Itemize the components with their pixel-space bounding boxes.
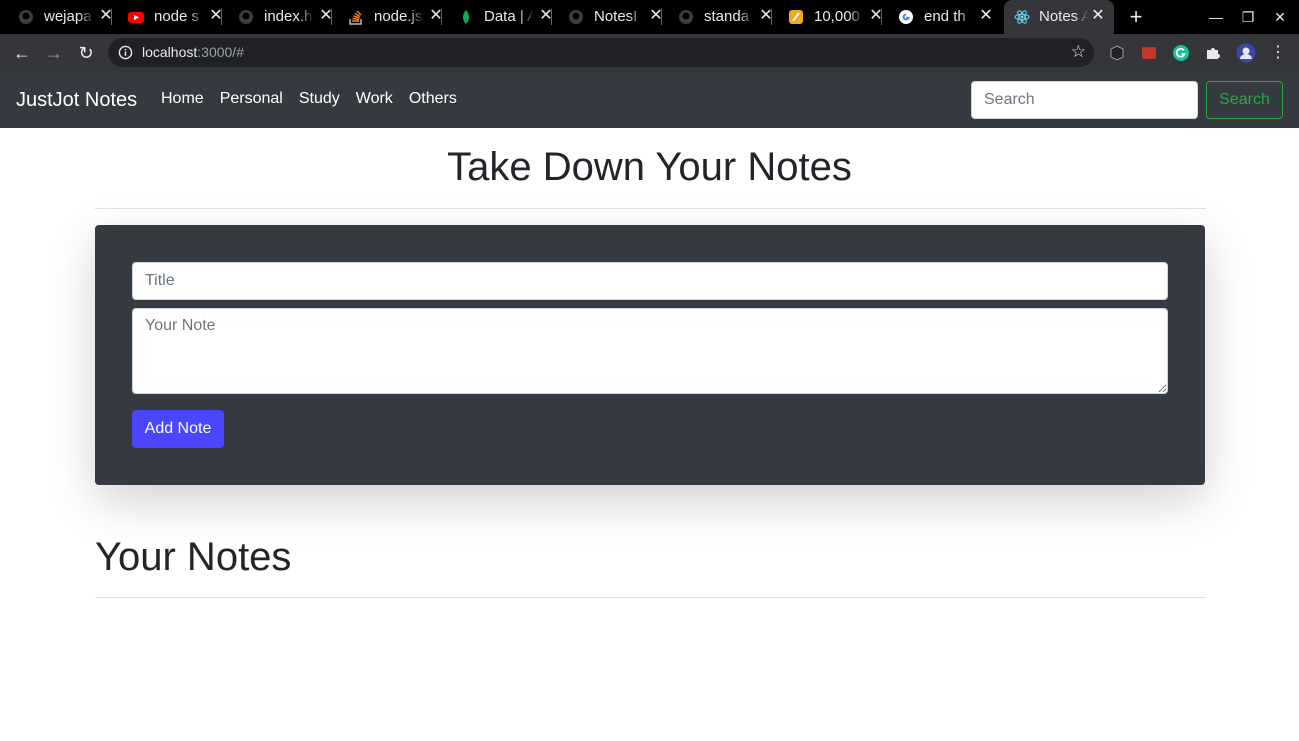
- address-bar[interactable]: localhost:3000/# ☆: [108, 38, 1094, 67]
- github-icon: [679, 10, 693, 24]
- tab-title: NotesI: [594, 8, 638, 25]
- forward-icon[interactable]: →: [43, 42, 65, 64]
- browser-tab[interactable]: Data | A ✕: [442, 0, 553, 34]
- browser-tab[interactable]: node.js ✕: [332, 0, 443, 34]
- tab-title: node s: [154, 8, 200, 25]
- close-icon[interactable]: ✕: [1090, 8, 1106, 24]
- browser-tab[interactable]: NotesI ✕: [552, 0, 663, 34]
- title-input[interactable]: [132, 262, 1168, 300]
- url-text: localhost:3000/#: [142, 44, 244, 60]
- nav-links: Home Personal Study Work Others: [161, 90, 457, 108]
- github-icon: [19, 10, 33, 24]
- browser-toolbar: ← → ↻ localhost:3000/# ☆ ⋮: [0, 34, 1299, 72]
- github-icon: [569, 10, 583, 24]
- tab-title: Data | A: [484, 8, 534, 25]
- notes-heading: Your Notes: [95, 535, 292, 579]
- close-icon[interactable]: ✕: [978, 8, 994, 24]
- search-input[interactable]: [971, 81, 1198, 119]
- nav-others[interactable]: Others: [409, 90, 457, 108]
- browser-tab[interactable]: wejapa ✕: [2, 0, 113, 34]
- reload-icon[interactable]: ↻: [75, 42, 97, 64]
- url-path: :3000/#: [197, 44, 244, 60]
- add-note-button[interactable]: Add Note: [132, 410, 224, 448]
- nav-study[interactable]: Study: [299, 90, 340, 108]
- youtube-icon: [128, 12, 144, 23]
- profile-avatar-icon[interactable]: [1236, 43, 1256, 63]
- mongodb-leaf-icon: [463, 10, 469, 24]
- window-close-icon[interactable]: ✕: [1264, 0, 1296, 34]
- tab-title: wejapa: [44, 8, 92, 25]
- puzzle-extensions-icon[interactable]: [1204, 44, 1222, 62]
- brand-logo[interactable]: JustJot Notes: [16, 89, 137, 112]
- tab-title: Notes A: [1039, 8, 1089, 25]
- nav-personal[interactable]: Personal: [220, 90, 283, 108]
- github-icon: [239, 10, 253, 24]
- tab-title: node.js: [374, 8, 423, 25]
- tab-title: end th: [924, 8, 966, 25]
- browser-tab[interactable]: standa ✕: [662, 0, 773, 34]
- grammarly-icon[interactable]: [1172, 44, 1190, 62]
- menu-kebab-icon[interactable]: ⋮: [1267, 42, 1289, 64]
- browser-tab[interactable]: index.h ✕: [222, 0, 333, 34]
- divider: [95, 208, 1206, 209]
- nav-home[interactable]: Home: [161, 90, 204, 108]
- browser-tab[interactable]: end th ✕: [882, 0, 994, 34]
- app-navbar: JustJot Notes Home Personal Study Work O…: [0, 72, 1299, 128]
- info-icon[interactable]: [118, 45, 133, 60]
- divider: [95, 597, 1206, 598]
- back-icon[interactable]: ←: [11, 42, 33, 64]
- tab-title: standa: [704, 8, 750, 25]
- url-host: localhost: [142, 44, 198, 60]
- restore-icon[interactable]: ❐: [1232, 0, 1264, 34]
- new-tab-icon[interactable]: +: [1126, 6, 1146, 28]
- note-form-card: Add Note: [95, 225, 1205, 485]
- nav-work[interactable]: Work: [356, 90, 393, 108]
- cube-extension-icon[interactable]: [1108, 44, 1126, 62]
- note-textarea[interactable]: [132, 308, 1168, 394]
- browser-tab[interactable]: node s ✕: [112, 0, 223, 34]
- orange-app-icon: [789, 10, 803, 24]
- browser-tab[interactable]: 10,000 ✕: [772, 0, 883, 34]
- browser-tabstrip: wejapa ✕ node s ✕ index.h ✕ node.js ✕ Da…: [0, 0, 1299, 34]
- search-button[interactable]: Search: [1206, 81, 1283, 119]
- browser-tab-active[interactable]: Notes A ✕: [1004, 0, 1114, 34]
- google-icon: [899, 10, 913, 24]
- stackoverflow-icon: [349, 10, 362, 25]
- page-title: Take Down Your Notes: [447, 145, 852, 189]
- red-extension-icon[interactable]: [1140, 44, 1158, 62]
- react-icon: [1014, 10, 1030, 24]
- tab-title: 10,000: [814, 8, 860, 25]
- bookmark-star-icon[interactable]: ☆: [1071, 42, 1086, 62]
- minimize-icon[interactable]: —: [1200, 0, 1232, 34]
- tab-title: index.h: [264, 8, 313, 25]
